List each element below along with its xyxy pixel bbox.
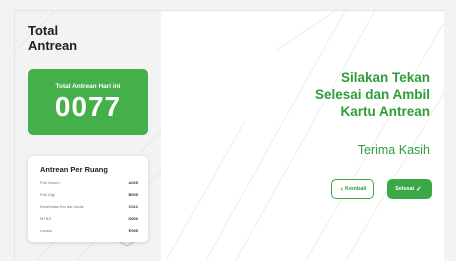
room-row: Poli Gigi B005	[40, 192, 138, 200]
kiosk-screen: Total Antrean Total Antrean Hari ini 007…	[14, 10, 444, 261]
total-queue-label: Total Antrean Hari ini	[55, 83, 121, 90]
room-row: Lansia E005	[40, 228, 138, 236]
page-title: Total Antrean	[28, 23, 77, 53]
room-code: A025	[128, 180, 138, 185]
back-button[interactable]: ‹ Kembali	[331, 179, 374, 199]
total-queue-count: 0077	[54, 91, 122, 122]
instruction-message: Silakan Tekan Selesai dan Ambil Kartu An…	[315, 69, 430, 120]
check-icon: ✓	[416, 186, 422, 193]
room-row: Poli Umum A025	[40, 180, 138, 188]
total-queue-card: Total Antrean Hari ini 0077	[28, 69, 148, 135]
room-row: MTBS D009	[40, 216, 138, 224]
room-code: C012	[128, 204, 138, 209]
sidebar: Total Antrean Total Antrean Hari ini 007…	[15, 11, 161, 261]
done-button-label: Selesai	[395, 186, 415, 192]
room-code: D009	[128, 216, 138, 221]
room-queue-card: Antrean Per Ruang Poli Umum A025 Poli Gi…	[28, 156, 148, 242]
room-name: MTBS	[40, 216, 52, 221]
room-code: E005	[128, 228, 138, 233]
thank-you-text: Terima Kasih	[357, 143, 430, 157]
back-button-label: Kembali	[344, 186, 367, 192]
chevron-left-icon: ‹	[340, 185, 343, 193]
done-button[interactable]: Selesai ✓	[387, 179, 432, 199]
room-queue-title: Antrean Per Ruang	[40, 165, 108, 174]
instruction-line2: Selesai dan Ambil	[314, 87, 430, 102]
page-title-line2: Antrean	[28, 38, 78, 53]
page-title-line1: Total	[28, 23, 59, 38]
room-name: Kesehatan Ibu dan Anak	[40, 204, 84, 209]
instruction-line3: Kartu Antrean	[340, 104, 430, 119]
room-name: Poli Gigi	[40, 192, 55, 197]
room-name: Lansia	[40, 228, 52, 233]
room-name: Poli Umum	[40, 180, 60, 185]
room-row: Kesehatan Ibu dan Anak C012	[40, 204, 138, 212]
room-code: B005	[128, 192, 138, 197]
instruction-line1: Silakan Tekan	[340, 70, 430, 85]
